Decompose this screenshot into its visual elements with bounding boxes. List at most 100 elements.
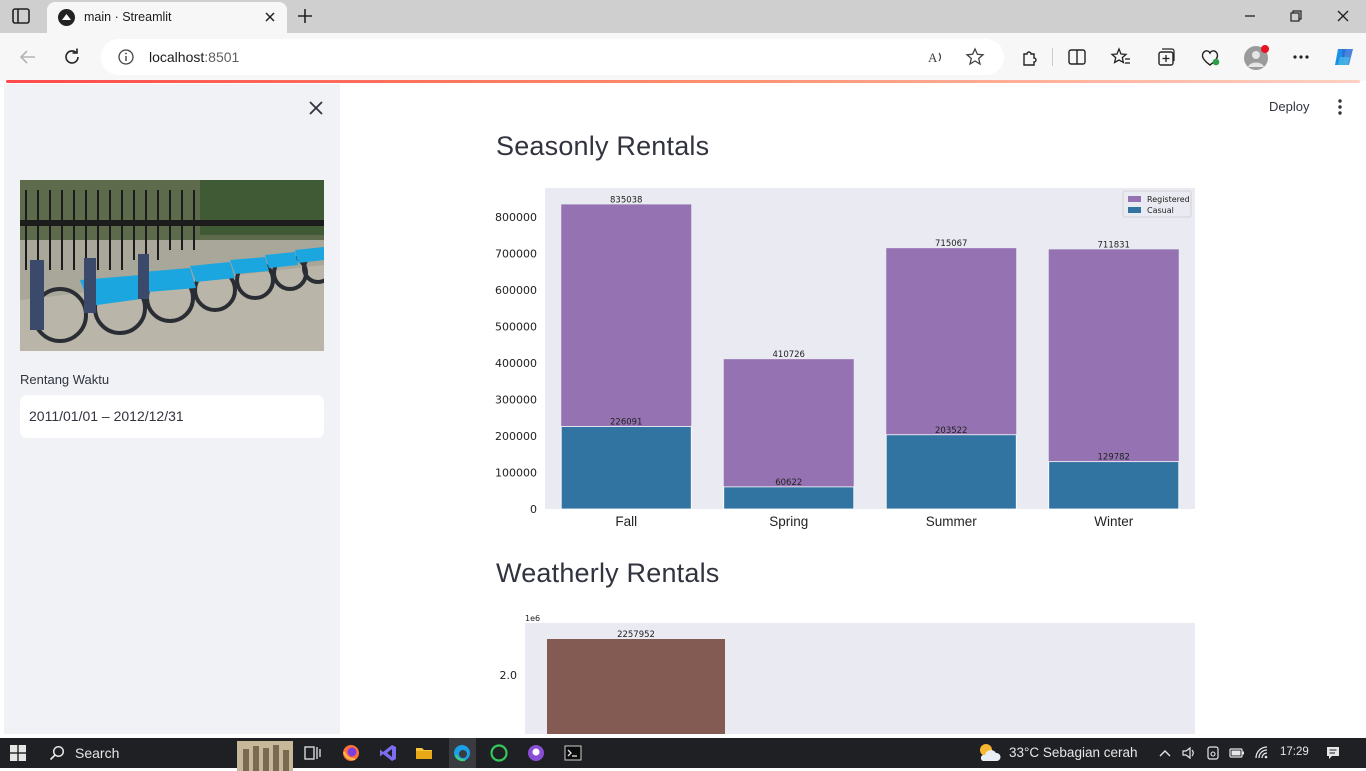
- tab-title: main · Streamlit: [84, 10, 172, 24]
- favorites-icon[interactable]: [1110, 46, 1132, 68]
- url-text: localhost:8501: [149, 49, 239, 65]
- weatherly-rentals-title: Weatherly Rentals: [496, 558, 720, 588]
- spotify-like-icon[interactable]: [489, 743, 509, 763]
- terminal-icon[interactable]: [563, 743, 583, 763]
- bar-casual: [723, 486, 855, 510]
- x-tick-label: Spring: [769, 514, 808, 529]
- y-tick-label: 500000: [495, 321, 537, 334]
- back-arrow-icon[interactable]: [17, 46, 39, 68]
- data-label-registered: 711831: [1098, 240, 1130, 250]
- read-aloud-icon[interactable]: A: [926, 47, 946, 67]
- legend-swatch: [1128, 207, 1141, 213]
- close-sidebar-icon[interactable]: [307, 99, 325, 117]
- browser-toolbar: localhost:8501 A: [0, 33, 1366, 81]
- y-tick-label: 400000: [495, 357, 537, 370]
- minimize-icon[interactable]: [1239, 5, 1261, 27]
- data-label-registered: 410726: [773, 350, 805, 360]
- copilot-icon[interactable]: [1332, 45, 1356, 69]
- windows-start-icon[interactable]: [10, 745, 26, 761]
- bar-casual: [1048, 461, 1180, 510]
- search-label: Search: [75, 745, 120, 761]
- data-label-registered: 715067: [935, 239, 967, 249]
- bike-rental-image: [20, 180, 324, 351]
- extensions-icon[interactable]: [1018, 46, 1040, 68]
- y-tick-label: 600000: [495, 284, 537, 297]
- data-label-registered: 835038: [610, 195, 642, 205]
- legend-label: Registered: [1147, 195, 1190, 204]
- volume-icon[interactable]: [1181, 745, 1197, 761]
- y-tick-label: 200000: [495, 430, 537, 443]
- deploy-button[interactable]: Deploy: [1269, 99, 1309, 114]
- x-tick-label: Fall: [615, 514, 637, 529]
- svg-text:A: A: [928, 50, 938, 65]
- data-label-casual: 129782: [1098, 453, 1130, 463]
- y-tick-label: 100000: [495, 467, 537, 480]
- collections-icon[interactable]: [1155, 46, 1177, 68]
- main-content: Deploy Seasonly Rentals 0 100000 200000 300…: [340, 84, 1362, 734]
- refresh-icon[interactable]: [61, 46, 83, 68]
- y-tick-label: 700000: [495, 248, 537, 261]
- tab-actions-icon[interactable]: [10, 6, 32, 26]
- edge-icon[interactable]: [452, 743, 472, 763]
- x-tick-label: Winter: [1094, 514, 1134, 529]
- github-desktop-icon[interactable]: [526, 743, 546, 763]
- data-label-casual: 60622: [775, 478, 802, 488]
- file-explorer-icon[interactable]: [414, 743, 434, 763]
- data-label-weather: 2257952: [617, 630, 655, 640]
- device-icon[interactable]: [1205, 745, 1221, 761]
- y-tick-label: 0: [530, 503, 537, 516]
- taskbar: Search 33°C Sebagian cerah 17:29: [0, 738, 1366, 771]
- browser-essentials-icon[interactable]: [1199, 46, 1221, 68]
- date-range-value: 2011/01/01 – 2012/12/31: [29, 408, 184, 424]
- x-tick-label: Summer: [926, 514, 978, 529]
- bar-casual: [560, 426, 692, 510]
- date-range-input[interactable]: 2011/01/01 – 2012/12/31: [20, 395, 324, 438]
- url-host: localhost: [149, 49, 205, 65]
- sidebar: Rentang Waktu 2011/01/01 – 2012/12/31: [4, 84, 340, 734]
- notification-dot: [1261, 45, 1269, 53]
- active-browser-tab[interactable]: main · Streamlit: [47, 2, 287, 33]
- weather-partly-cloudy-icon[interactable]: [976, 741, 1002, 765]
- new-tab-icon[interactable]: [295, 6, 315, 26]
- toolbar-divider: [1052, 48, 1053, 66]
- url-port: :8501: [204, 49, 240, 65]
- y-tick-label: 2.0: [500, 669, 518, 682]
- site-info-icon[interactable]: [117, 48, 135, 66]
- wifi-icon[interactable]: [1254, 745, 1270, 761]
- search-icon: [49, 745, 65, 761]
- more-options-icon[interactable]: [1290, 46, 1312, 68]
- clock-time[interactable]: 17:29: [1280, 746, 1309, 758]
- bar-casual: [885, 434, 1017, 510]
- close-tab-icon[interactable]: [262, 9, 278, 25]
- vscode-icon[interactable]: [378, 743, 398, 763]
- notifications-icon[interactable]: [1325, 745, 1341, 761]
- tray-overflow-chevron-icon[interactable]: [1157, 745, 1173, 761]
- browser-tab-bar: main · Streamlit: [0, 0, 1366, 33]
- battery-icon[interactable]: [1229, 745, 1245, 761]
- legend-label: Casual: [1147, 206, 1174, 215]
- firefox-icon[interactable]: [341, 743, 361, 763]
- task-view-icon[interactable]: [302, 743, 322, 763]
- y-offset-label: 1e6: [525, 614, 540, 623]
- close-window-icon[interactable]: [1332, 5, 1354, 27]
- y-tick-label: 300000: [495, 394, 537, 407]
- split-screen-icon[interactable]: [1066, 46, 1088, 68]
- address-bar[interactable]: localhost:8501 A: [101, 39, 1004, 75]
- weatherly-rentals-chart: 1e6 2.0 2257952: [500, 614, 1195, 734]
- bar-weather: [547, 639, 725, 734]
- profile-avatar[interactable]: [1244, 45, 1269, 70]
- streamlit-favicon-icon: [58, 9, 75, 26]
- taskbar-search[interactable]: Search: [41, 741, 293, 771]
- legend-swatch: [1128, 196, 1141, 202]
- data-label-casual: 226091: [610, 418, 642, 428]
- page-top-accent-bar: [6, 80, 1360, 83]
- favorite-star-icon[interactable]: [965, 47, 985, 67]
- search-highlight-art-icon: [237, 741, 293, 771]
- date-range-label: Rentang Waktu: [20, 372, 110, 387]
- seasonly-rentals-chart: 0 100000 200000 300000 400000 500000 600000 700…: [495, 188, 1195, 529]
- weather-text[interactable]: 33°C Sebagian cerah: [1009, 745, 1138, 760]
- data-label-casual: 203522: [935, 426, 967, 436]
- restore-icon[interactable]: [1285, 5, 1307, 27]
- app-menu-icon[interactable]: [1333, 98, 1347, 116]
- y-tick-label: 800000: [495, 211, 537, 224]
